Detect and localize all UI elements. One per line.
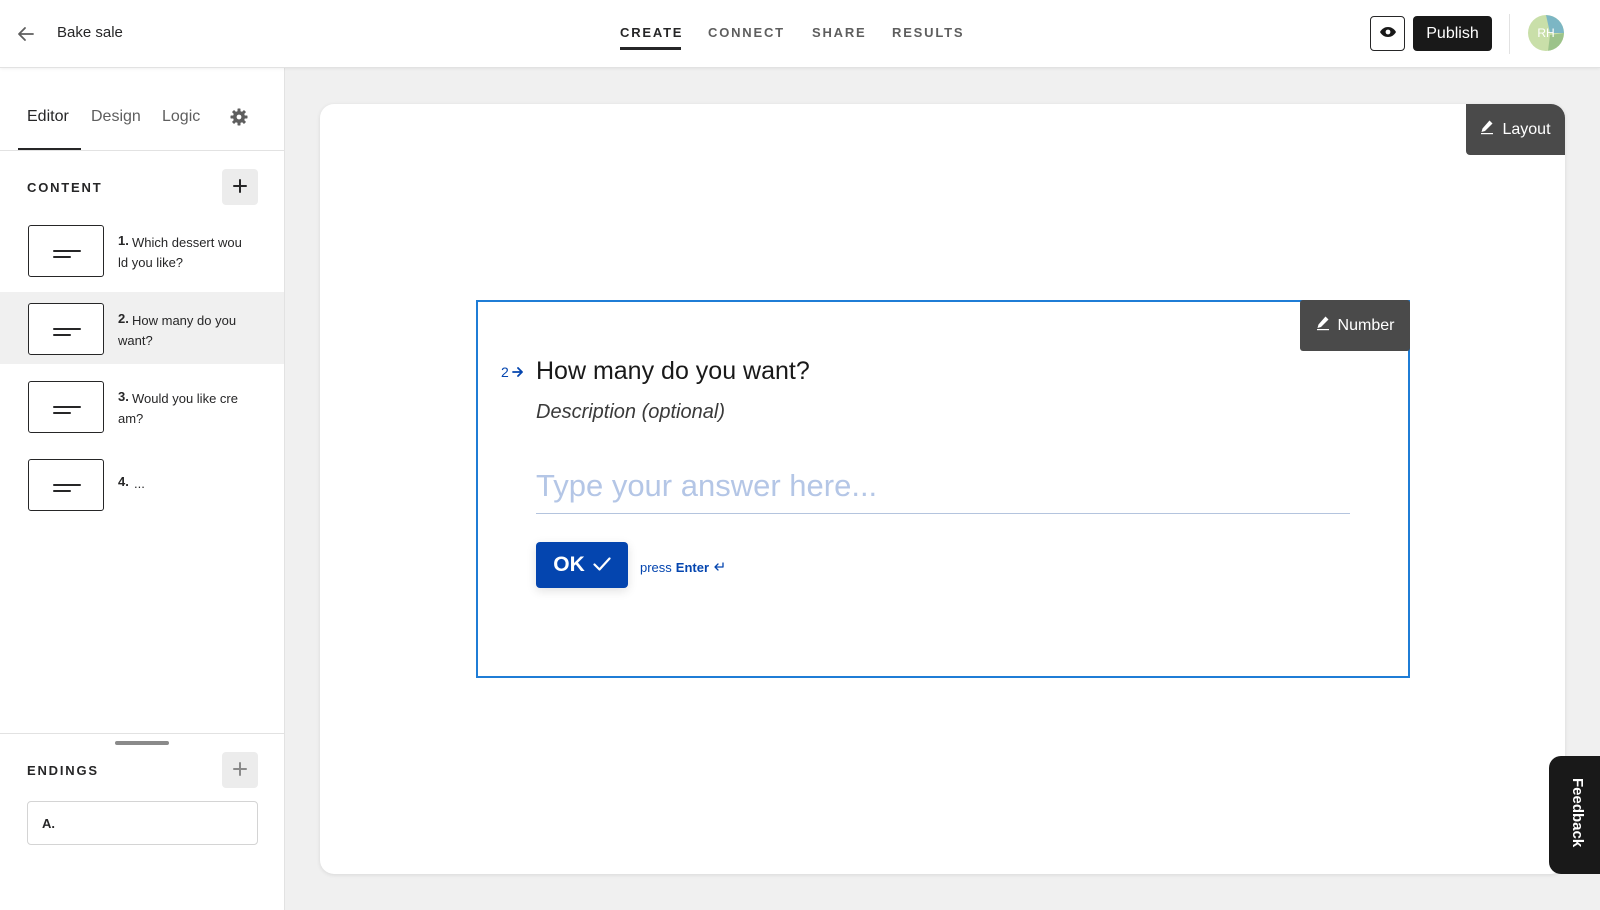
form-title[interactable]: Bake sale <box>57 24 123 41</box>
question-item-4[interactable]: 4. ... <box>0 448 284 520</box>
short-text-icon <box>28 303 104 355</box>
tab-share[interactable]: SHARE <box>812 25 867 40</box>
short-text-icon <box>28 459 104 511</box>
answer-input[interactable] <box>536 462 1350 514</box>
question-label: How many do you want? <box>118 313 237 348</box>
press-hint-key: Enter <box>675 560 710 575</box>
tab-design[interactable]: Design <box>91 108 141 126</box>
eye-icon <box>1379 25 1397 43</box>
question-label: Which dessert would you like? <box>118 235 242 270</box>
question-label: Would you like cream? <box>118 391 238 426</box>
active-tab-indicator <box>620 47 681 50</box>
layout-button[interactable]: Layout <box>1466 104 1565 155</box>
divider <box>1509 14 1510 54</box>
content-section-title: CONTENT <box>27 180 103 195</box>
sidebar: Editor Design Logic CONTENT 1. Which des… <box>0 68 285 910</box>
top-bar: Bake sale CREATE CONNECT SHARE RESULTS P… <box>0 0 1600 68</box>
question-label: ... <box>134 476 145 491</box>
tab-create[interactable]: CREATE <box>620 25 683 40</box>
enter-key-icon <box>713 560 725 575</box>
publish-button[interactable]: Publish <box>1413 16 1492 51</box>
plus-icon <box>233 759 247 782</box>
feedback-label: Feedback <box>1569 778 1586 848</box>
question-index-number: 2 <box>501 364 509 380</box>
form-canvas: Layout Number 2 How many do you want? De… <box>320 104 1565 874</box>
question-item-1[interactable]: 1. Which dessert would you like? <box>0 214 284 286</box>
endings-section-title: ENDINGS <box>27 763 99 778</box>
tab-editor[interactable]: Editor <box>27 108 69 126</box>
ending-label: A. <box>42 816 55 831</box>
question-item-2[interactable]: 2. How many do you want? <box>0 292 284 364</box>
add-ending-button[interactable] <box>222 752 258 788</box>
ok-label: OK <box>553 553 585 576</box>
preview-button[interactable] <box>1370 16 1405 51</box>
press-enter-hint: press Enter <box>640 560 725 575</box>
tab-logic[interactable]: Logic <box>162 108 200 126</box>
layout-label: Layout <box>1502 120 1551 138</box>
question-title[interactable]: How many do you want? <box>536 357 810 386</box>
panel-resize-handle[interactable] <box>115 741 169 745</box>
check-icon <box>593 553 611 577</box>
question-index: 2 <box>501 364 524 380</box>
feedback-tab[interactable]: Feedback <box>1549 756 1600 874</box>
short-text-icon <box>28 225 104 277</box>
pencil-icon <box>1316 315 1330 336</box>
main-nav: CREATE CONNECT SHARE RESULTS <box>0 0 1600 68</box>
avatar[interactable]: RH <box>1528 15 1564 51</box>
short-text-icon <box>28 381 104 433</box>
question-block[interactable]: Number 2 How many do you want? Descripti… <box>476 300 1410 678</box>
ending-item[interactable]: A. <box>27 801 258 845</box>
divider <box>0 733 284 734</box>
avatar-initials: RH <box>1537 26 1555 40</box>
tab-connect[interactable]: CONNECT <box>708 25 785 40</box>
active-sidebar-tab-indicator <box>18 148 81 150</box>
question-type-button[interactable]: Number <box>1300 300 1410 351</box>
arrow-right-icon <box>511 364 524 380</box>
press-hint-prefix: press <box>640 560 672 575</box>
sidebar-tabs: Editor Design Logic <box>0 68 284 151</box>
plus-icon <box>233 176 247 199</box>
add-content-button[interactable] <box>222 169 258 205</box>
question-description[interactable]: Description (optional) <box>536 401 725 424</box>
question-type-label: Number <box>1337 316 1395 334</box>
question-item-3[interactable]: 3. Would you like cream? <box>0 370 284 442</box>
ok-button[interactable]: OK <box>536 542 628 588</box>
tab-results[interactable]: RESULTS <box>892 25 964 40</box>
gear-icon[interactable] <box>229 107 249 127</box>
back-arrow-icon[interactable] <box>14 22 38 46</box>
pencil-icon <box>1480 119 1494 140</box>
